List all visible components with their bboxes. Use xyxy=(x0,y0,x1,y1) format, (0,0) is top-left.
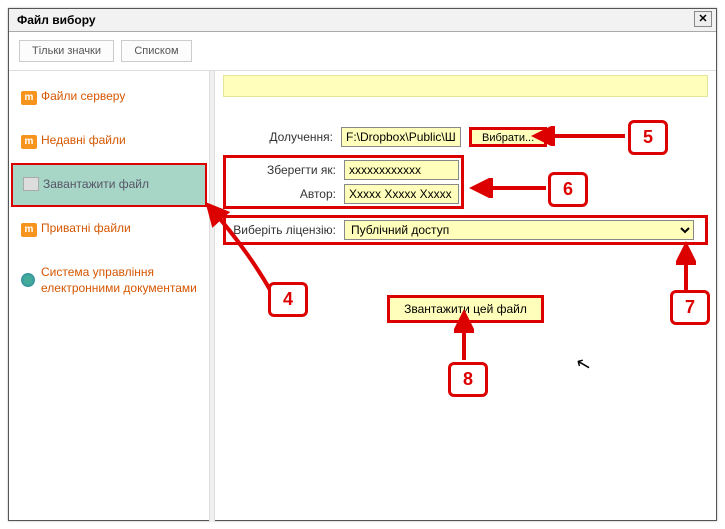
sidebar-item-label: Завантажити файл xyxy=(43,177,149,193)
author-row: Автор: xyxy=(226,184,459,204)
upload-button[interactable]: Звантажити цей файл xyxy=(387,295,544,323)
repository-sidebar: m Файли серверу m Недавні файли Завантаж… xyxy=(9,71,209,522)
browse-button[interactable]: Вибрати... xyxy=(469,127,547,147)
globe-icon xyxy=(21,273,37,289)
view-toolbar: Тільки значки Списком xyxy=(9,32,716,71)
close-icon: ✕ xyxy=(698,13,707,25)
license-row: Виберіть ліцензію: Публічний доступ xyxy=(223,215,708,245)
dialog-title: Файл вибору xyxy=(17,13,96,27)
callout-5: 5 xyxy=(628,120,668,155)
callout-8: 8 xyxy=(448,362,488,397)
icons-view-button[interactable]: Тільки значки xyxy=(19,40,114,62)
callout-7: 7 xyxy=(670,290,710,325)
path-bar xyxy=(223,75,708,97)
sidebar-item-edms[interactable]: Система управління електронними документ… xyxy=(9,251,209,310)
close-button[interactable]: ✕ xyxy=(694,11,712,27)
dialog-body: m Файли серверу m Недавні файли Завантаж… xyxy=(9,71,716,522)
sidebar-item-upload-file[interactable]: Завантажити файл xyxy=(11,163,207,207)
moodle-icon: m xyxy=(21,133,37,149)
license-select[interactable]: Публічний доступ xyxy=(344,220,694,240)
moodle-icon: m xyxy=(21,89,37,105)
saveas-field[interactable] xyxy=(344,160,459,180)
callout-6: 6 xyxy=(548,172,588,207)
license-label: Виберіть ліцензію: xyxy=(226,223,336,237)
upload-icon xyxy=(23,177,39,193)
callout-4: 4 xyxy=(268,282,308,317)
sidebar-item-label: Файли серверу xyxy=(41,89,125,105)
sidebar-item-recent-files[interactable]: m Недавні файли xyxy=(9,119,209,163)
attachment-label: Долучення: xyxy=(223,130,333,144)
saveas-author-group-highlight: Зберегти як: Автор: xyxy=(223,155,464,209)
dialog-titlebar: Файл вибору ✕ xyxy=(9,9,716,32)
author-field[interactable] xyxy=(344,184,459,204)
saveas-row: Зберегти як: xyxy=(226,160,459,180)
author-label: Автор: xyxy=(226,187,336,201)
moodle-icon: m xyxy=(21,221,37,237)
sidebar-item-label: Недавні файли xyxy=(41,133,126,149)
saveas-label: Зберегти як: xyxy=(226,163,336,177)
sidebar-item-server-files[interactable]: m Файли серверу xyxy=(9,75,209,119)
list-view-button[interactable]: Списком xyxy=(121,40,191,62)
sidebar-item-label: Система управління електронними документ… xyxy=(41,265,199,296)
file-picker-dialog: Файл вибору ✕ Тільки значки Списком m Фа… xyxy=(8,8,717,521)
sidebar-item-private-files[interactable]: m Приватні файли xyxy=(9,207,209,251)
sidebar-item-label: Приватні файли xyxy=(41,221,131,237)
attachment-field[interactable] xyxy=(341,127,461,147)
